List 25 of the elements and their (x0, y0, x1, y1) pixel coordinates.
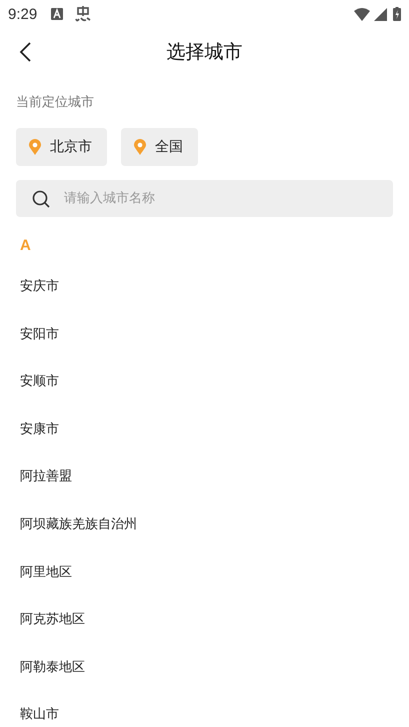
status-time: 9:29 (8, 6, 38, 22)
city-item[interactable]: 鞍山市 (16, 691, 59, 727)
section-label: 当前定位城市 (16, 94, 95, 112)
page-title: 选择城市 (166, 40, 242, 65)
location-pin-icon (134, 139, 146, 155)
city-item[interactable]: 阿拉善盟 (16, 453, 72, 501)
city-item[interactable]: 阿里地区 (16, 548, 72, 596)
city-item[interactable]: 阿坝藏族羌族自治州 (16, 500, 137, 549)
app-notification-icon (75, 6, 92, 22)
signal-icon (374, 8, 387, 20)
city-item[interactable]: 阿克苏地区 (16, 596, 85, 644)
battery-icon (393, 7, 401, 21)
location-chip[interactable]: 全国 (121, 128, 198, 166)
index-letter: A (20, 237, 31, 256)
notification-icon (51, 8, 64, 20)
city-item[interactable]: 安康市 (16, 406, 59, 454)
city-item[interactable]: 安顺市 (16, 358, 59, 406)
location-chip[interactable]: 北京市 (16, 128, 107, 166)
search-field[interactable]: 请输入城市名称 (16, 180, 393, 217)
city-item[interactable]: 阿勒泰地区 (16, 644, 85, 692)
city-item[interactable]: 安阳市 (16, 310, 59, 358)
city-item[interactable]: 安庆市 (16, 263, 59, 311)
search-icon (32, 190, 50, 208)
location-pin-icon (29, 139, 41, 155)
wifi-icon (354, 8, 370, 20)
